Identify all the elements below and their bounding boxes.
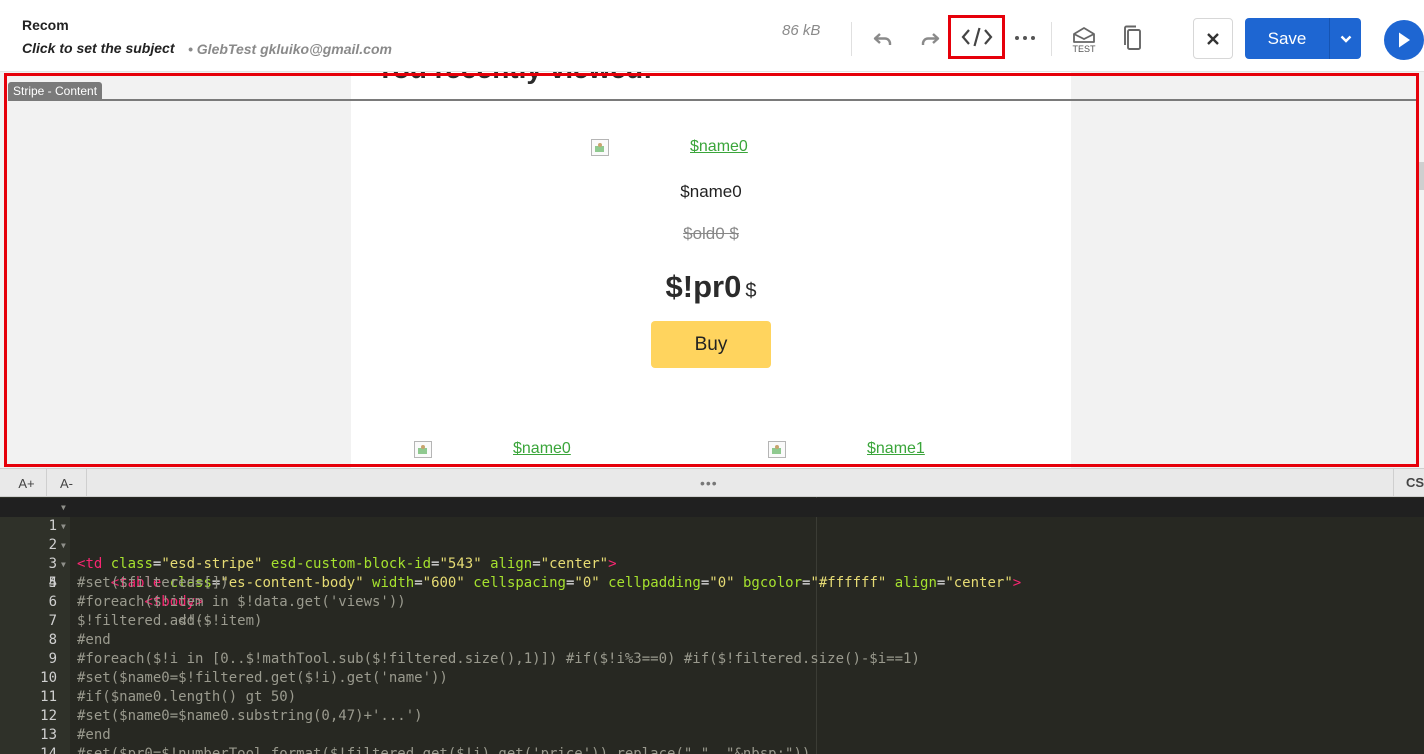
code-text: #set($name0=$name0.substring(0,47)+'...'…	[77, 708, 423, 724]
product-link[interactable]: $name1	[867, 440, 925, 458]
product-name: $name0	[680, 182, 742, 201]
fold-arrow-icon[interactable]: ▼	[61, 555, 66, 574]
code-line-5[interactable]: 5 #set($filtered=[])	[0, 574, 1424, 593]
undo-icon[interactable]	[865, 20, 901, 56]
test-email-icon	[1073, 27, 1095, 43]
editor-header: Recom Click to set the subject • GlebTes…	[0, 0, 1424, 72]
line-number: 8	[48, 632, 57, 648]
code-text: #set($pr0=$!numberTool.format($!filtered…	[77, 746, 811, 754]
close-icon	[1207, 32, 1219, 45]
code-line-8[interactable]: 8 #end	[0, 631, 1424, 650]
code-line-3[interactable]: 3 ▼ <tbody>	[0, 536, 1424, 610]
code-text: $!filtered.add($!item)	[77, 613, 263, 629]
resize-handle[interactable]: •••	[700, 475, 718, 491]
play-icon	[1399, 32, 1410, 48]
css-tab[interactable]: CS	[1393, 469, 1424, 497]
code-editor-toolbar: A+ A- ••• CS	[0, 468, 1424, 497]
email-preview: You recently viewed: Stripe - Content $n…	[0, 72, 1424, 468]
code-editor[interactable]: 1 ▼ <td class="esd-stripe" esd-custom-bl…	[0, 497, 1424, 754]
font-decrease-button[interactable]: A-	[47, 469, 87, 497]
line-number: 5	[48, 575, 57, 591]
line-number: 12	[40, 708, 57, 724]
code-editor-button[interactable]	[948, 15, 1005, 59]
price-currency: $	[745, 280, 757, 302]
code-icon	[961, 27, 992, 47]
code-line-13[interactable]: 13 #end	[0, 726, 1424, 745]
code-line-6[interactable]: 6 #foreach($!item in $!data.get('views'))	[0, 593, 1424, 612]
code-line-10[interactable]: 10 #set($name0=$!filtered.get($!i).get('n…	[0, 669, 1424, 688]
code-line-9[interactable]: 9 #foreach($!i in [0..$!mathTool.sub($!fi…	[0, 650, 1424, 669]
code-line-1[interactable]: 1 ▼ <td class="esd-stripe" esd-custom-bl…	[0, 498, 1424, 572]
save-options-button[interactable]	[1329, 18, 1361, 59]
email-size: 86 kB	[782, 22, 821, 39]
code-line-12[interactable]: 12 #set($name0=$name0.substring(0,47)+'..…	[0, 707, 1424, 726]
product-link[interactable]: $name0	[513, 440, 571, 458]
old-price: $old0 $	[351, 224, 1071, 244]
product-link[interactable]: $name0	[690, 138, 748, 156]
code-text: #foreach($!item in $!data.get('views'))	[77, 594, 406, 610]
fold-arrow-icon[interactable]: ▼	[61, 498, 66, 517]
product-image[interactable]	[414, 441, 432, 458]
toolbar-divider	[851, 22, 852, 56]
line-number: 10	[40, 670, 57, 686]
fold-arrow-icon[interactable]: ▼	[61, 536, 66, 555]
line-number: 9	[48, 651, 57, 667]
line-number: 14	[40, 746, 57, 754]
recently-viewed-heading: You recently viewed:	[376, 72, 652, 85]
code-line-14[interactable]: 14 #set($pr0=$!numberTool.format($!filter…	[0, 745, 1424, 754]
more-icon[interactable]	[1007, 20, 1043, 56]
template-title[interactable]: Recom	[22, 17, 69, 33]
line-number: 11	[40, 689, 57, 705]
fold-arrow-icon[interactable]: ▼	[61, 517, 66, 536]
stripe-divider	[8, 99, 1416, 101]
subject-field[interactable]: Click to set the subject	[22, 40, 174, 56]
redo-icon[interactable]	[912, 20, 948, 56]
code-text: #end	[77, 632, 111, 648]
stripe-label[interactable]: Stripe - Content	[8, 82, 103, 100]
line-number: 13	[40, 727, 57, 743]
code-text: #foreach($!i in [0..$!mathTool.sub($!fil…	[77, 651, 920, 667]
test-label: TEST	[1072, 44, 1096, 54]
buy-button[interactable]: Buy	[651, 321, 771, 368]
line-number: 7	[48, 613, 57, 629]
line-number: 6	[48, 594, 57, 610]
code-line-7[interactable]: 7 $!filtered.add($!item)	[0, 612, 1424, 631]
price-amount: $!pr0	[665, 269, 742, 304]
sender-info: • GlebTest gkluiko@gmail.com	[188, 41, 392, 57]
old-price-text: $old0 $	[683, 224, 739, 243]
code-line-4[interactable]: 4 ▼ <!--	[0, 555, 1424, 629]
close-button[interactable]	[1193, 18, 1233, 59]
test-email-button[interactable]: TEST	[1066, 22, 1102, 58]
code-line-2[interactable]: 2 ▼ <table class="es-content-body" width…	[0, 517, 1424, 591]
product-image[interactable]	[591, 139, 609, 156]
chevron-down-icon	[1340, 35, 1351, 43]
preview-scrollbar[interactable]	[1419, 162, 1424, 190]
code-text: #if($name0.length() gt 50)	[77, 689, 297, 705]
device-preview-icon[interactable]	[1114, 20, 1150, 56]
code-text: #set($name0=$!filtered.get($!i).get('nam…	[77, 670, 448, 686]
code-line-11[interactable]: 11 #if($name0.length() gt 50)	[0, 688, 1424, 707]
save-button[interactable]: Save	[1245, 18, 1329, 59]
product-image[interactable]	[768, 441, 786, 458]
product-price: $!pr0 $	[351, 269, 1071, 305]
toolbar-divider	[1051, 22, 1052, 56]
send-button[interactable]	[1384, 20, 1424, 60]
code-text: #set($filtered=[])	[77, 575, 229, 591]
code-text: #end	[77, 727, 111, 743]
font-increase-button[interactable]: A+	[7, 469, 47, 497]
